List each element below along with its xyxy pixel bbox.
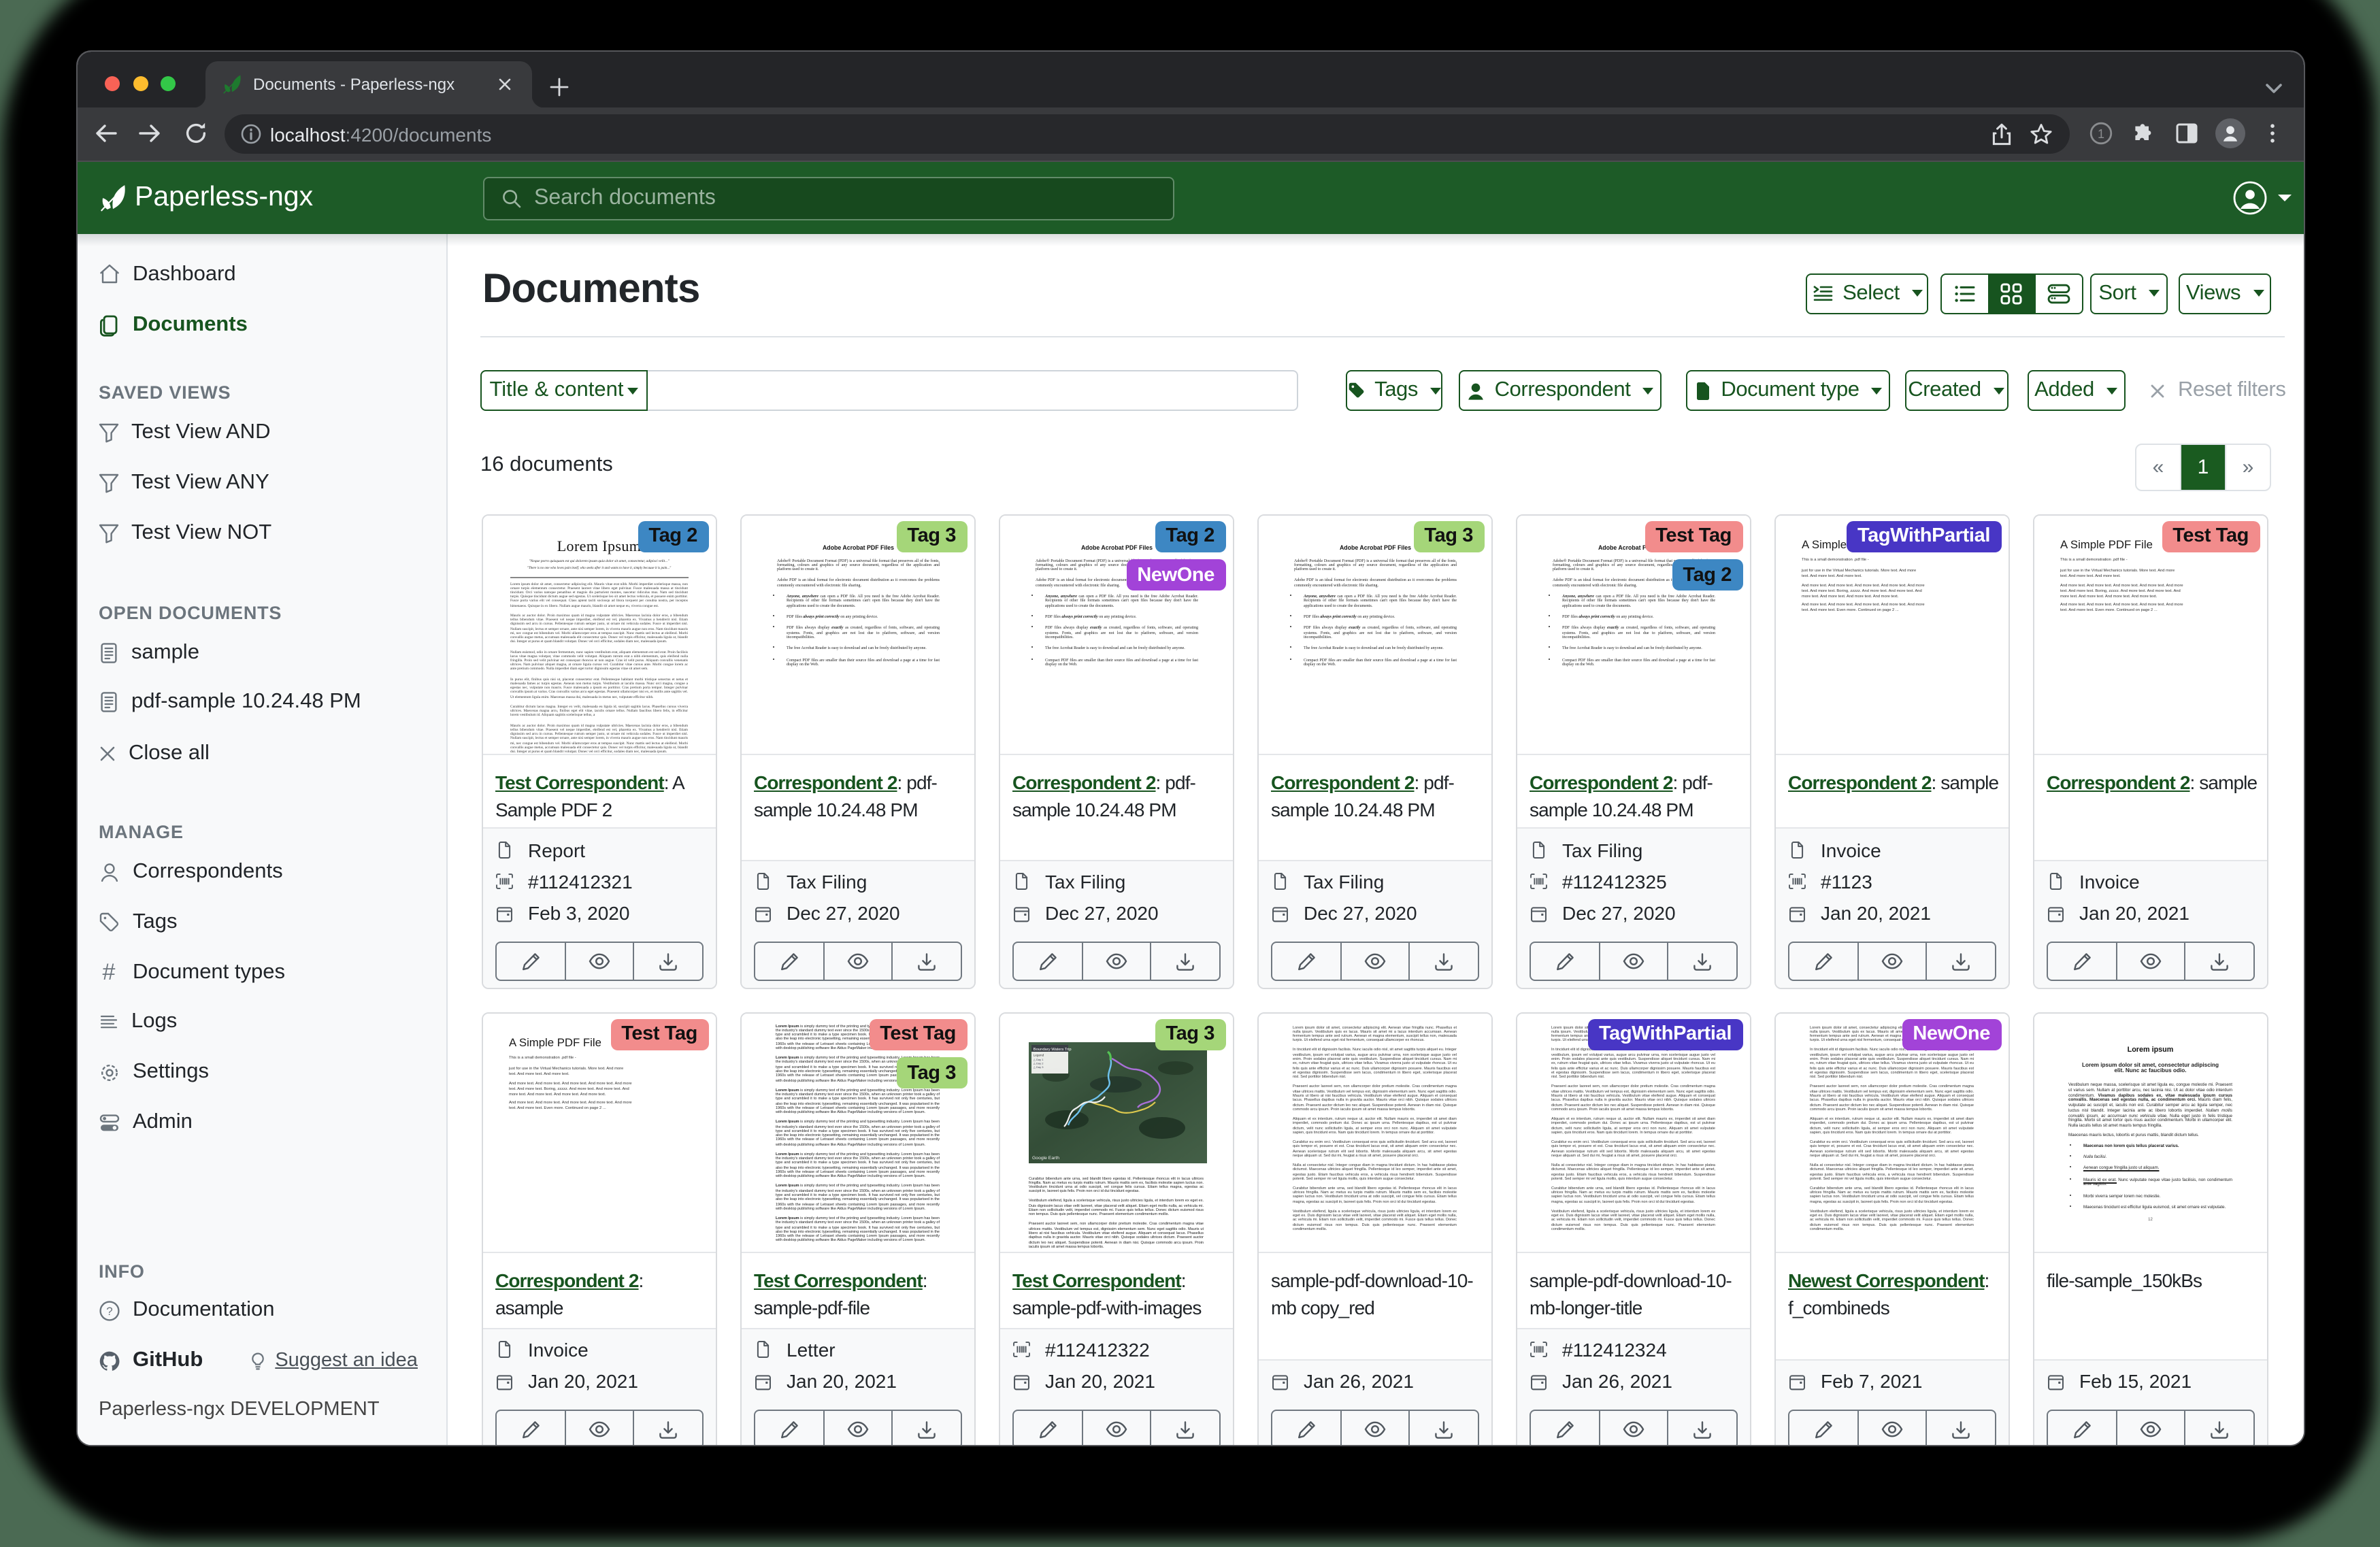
svg-text:△ Day 3: △ Day 3 <box>1034 1065 1044 1068</box>
svg-text:△ Day 1: △ Day 1 <box>1034 1057 1044 1061</box>
svg-text:?: ? <box>105 1304 112 1317</box>
svg-text:1: 1 <box>2097 127 2104 141</box>
svg-text:Google Earth: Google Earth <box>1032 1155 1059 1160</box>
svg-text:Legend: Legend <box>1034 1052 1044 1056</box>
svg-text:Boundary Waters Trip: Boundary Waters Trip <box>1034 1047 1072 1051</box>
svg-text:△ Day 2: △ Day 2 <box>1034 1061 1044 1064</box>
